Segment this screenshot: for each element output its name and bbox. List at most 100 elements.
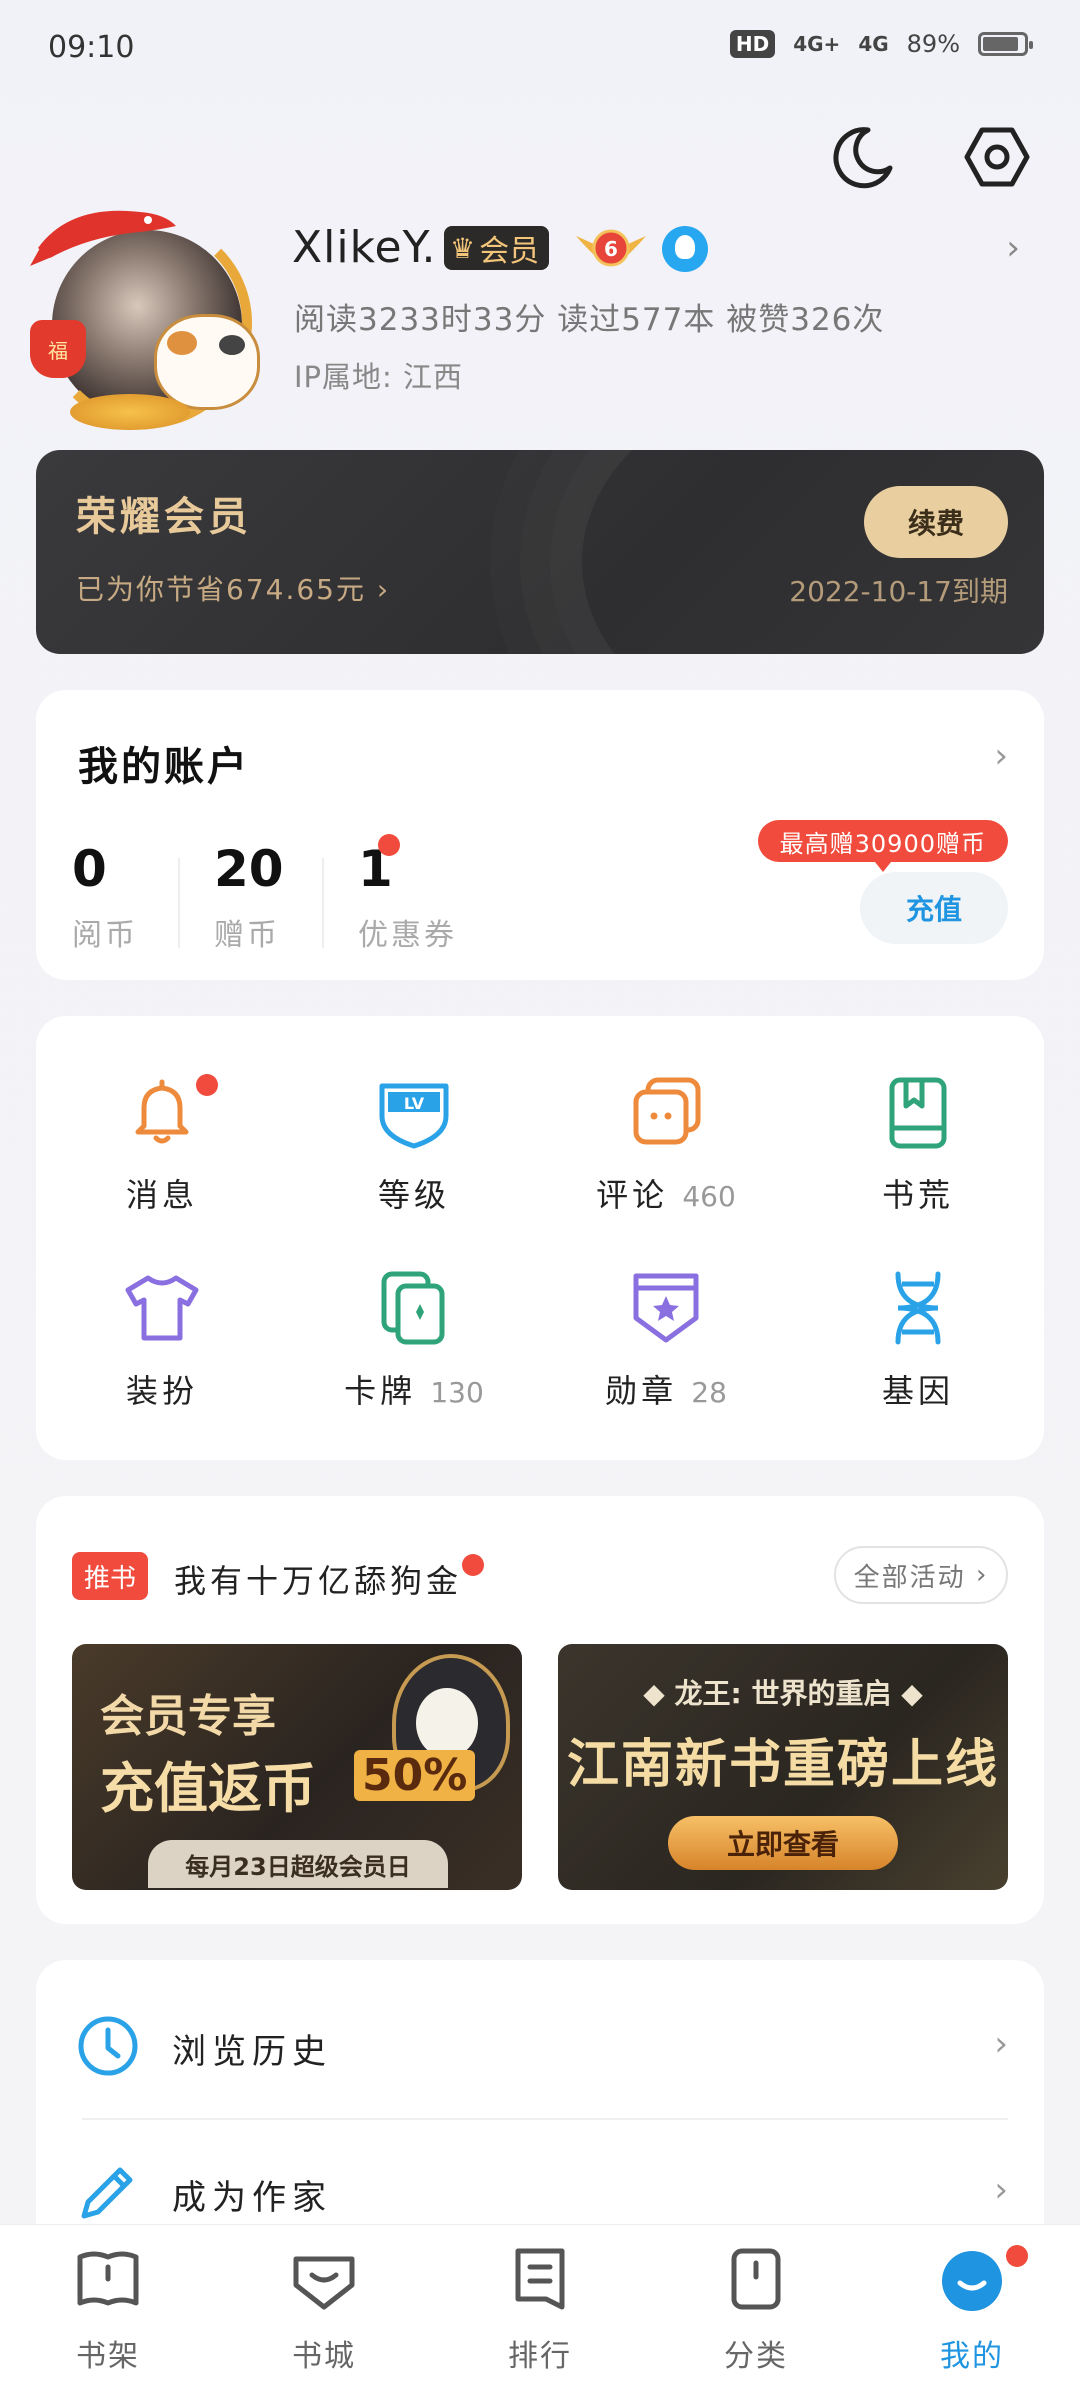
grid-label: 装扮 (125, 1372, 198, 1410)
card-icon (381, 1271, 445, 1345)
divider (322, 858, 324, 948)
profile-notification-dot (1006, 2245, 1028, 2267)
settings-gear-icon[interactable] (962, 122, 1032, 192)
activity-card: 推书 我有十万亿舔狗金 全部活动 › 会员专享 充值返币 50% 每月23日超级… (36, 1496, 1044, 1924)
nav-category[interactable]: 分类 (686, 2245, 826, 2375)
vip-recharge-banner[interactable]: 会员专享 充值返币 50% 每月23日超级会员日 (72, 1644, 522, 1890)
grid-item-messages[interactable]: 消息 (36, 1072, 288, 1252)
avatar[interactable]: 福 (30, 190, 270, 430)
expire-date: 2022-10-17到期 (789, 575, 1008, 608)
grid-item-medals[interactable]: 勋章 28 (540, 1268, 792, 1448)
signal-4g-icon: 4G (858, 32, 889, 56)
balance-zengbi[interactable]: 20 赠币 (214, 840, 284, 954)
coupon-label: 优惠券 (358, 918, 457, 953)
banner2-subtitle: ◆ 龙王: 世界的重启 ◆ (643, 1677, 923, 1710)
grid-item-dressup[interactable]: 装扮 (36, 1268, 288, 1448)
balance-coupon[interactable]: 1 优惠券 (358, 840, 457, 954)
bookstore-icon (293, 2256, 355, 2310)
profile-face-icon (942, 2251, 1002, 2311)
account-title[interactable]: 我的账户 (78, 734, 250, 792)
username[interactable]: XlikeY. (292, 222, 437, 273)
nav-ranking[interactable]: 排行 (470, 2245, 610, 2375)
view-now-button[interactable]: 立即查看 (668, 1816, 898, 1870)
vip-badge[interactable]: ♛ 会员 (444, 226, 550, 270)
coupon-value: 1 (358, 840, 393, 898)
nav-label: 我的 (940, 2339, 1004, 2374)
renew-button[interactable]: 续费 (864, 486, 1008, 558)
svg-text:LV: LV (404, 1094, 425, 1113)
dna-icon (895, 1271, 941, 1345)
grid-item-genes[interactable]: 基因 (792, 1268, 1044, 1448)
night-mode-moon-icon[interactable] (828, 122, 898, 192)
level-number: 6 (604, 237, 618, 261)
chevron-right-icon: › (994, 2024, 1008, 2064)
bottom-navigation: 书架 书城 排行 分类 我的 (0, 2224, 1080, 2401)
koi-fish-decoration-icon (30, 210, 176, 266)
honor-member-card[interactable]: 荣耀会员 已为你节省674.65元 › 续费 2022-10-17到期 (36, 450, 1044, 654)
coins-decoration (70, 394, 190, 430)
nav-bookstore[interactable]: 书城 (254, 2245, 394, 2375)
signal-4g-plus-icon: 4G+ (793, 32, 841, 56)
all-activities-button[interactable]: 全部活动 › (834, 1546, 1008, 1604)
zengbi-value: 20 (214, 840, 284, 898)
chevron-right-icon: › (975, 1560, 989, 1590)
nav-label: 分类 (724, 2339, 788, 2374)
grid-item-comments[interactable]: 评论 460 (540, 1072, 792, 1252)
all-activities-label: 全部活动 (853, 1562, 966, 1593)
balance-yuebi[interactable]: 0 阅币 (72, 840, 138, 954)
qq-penguin-icon[interactable] (662, 226, 708, 272)
ip-location: IP属地: 江西 (294, 360, 464, 394)
pencil-icon (81, 2167, 133, 2219)
list-item-history[interactable]: 浏览历史 › (36, 1976, 1044, 2116)
book-icon (889, 1077, 947, 1149)
grid-item-cards[interactable]: 卡牌 130 (288, 1268, 540, 1448)
zengbi-label: 赠币 (214, 918, 280, 953)
grid-label: 等级 (377, 1176, 450, 1214)
comment-icon (633, 1077, 701, 1145)
chevron-right-icon: › (994, 2170, 1008, 2210)
status-time: 09:10 (48, 30, 135, 65)
divider (178, 858, 180, 948)
tshirt-icon (125, 1275, 199, 1341)
nav-label: 书架 (76, 2339, 140, 2374)
ranking-icon (515, 2248, 565, 2310)
recommend-tag: 推书 (72, 1552, 148, 1600)
list-item-label: 浏览历史 (172, 2032, 332, 2072)
menu-list: 浏览历史 › 成为作家 › (36, 1960, 1044, 2260)
battery-percent: 89% (906, 30, 960, 58)
account-chevron-icon[interactable]: › (994, 736, 1008, 776)
yuebi-value: 0 (72, 840, 107, 898)
activity-notification-dot (462, 1554, 484, 1576)
banner1-footer: 每月23日超级会员日 (148, 1840, 448, 1888)
profile-chevron-icon[interactable]: › (1006, 228, 1020, 268)
medal-icon (633, 1273, 699, 1343)
bell-icon (135, 1079, 189, 1144)
level-wings-badge-icon[interactable]: 6 (572, 222, 650, 274)
saved-amount-link[interactable]: 已为你节省674.65元 › (76, 568, 390, 608)
nav-bookshelf[interactable]: 书架 (38, 2245, 178, 2375)
grid-label: 基因 (881, 1372, 954, 1410)
nav-label: 排行 (508, 2339, 572, 2374)
category-icon (731, 2248, 781, 2310)
lucky-cat-decoration (154, 314, 260, 410)
grid-label: 消息 (125, 1176, 198, 1214)
grid-label: 勋章 28 (605, 1372, 727, 1410)
reading-stats: 阅读3233时33分 读过577本 被赞326次 (294, 302, 885, 338)
coupon-notification-dot (378, 834, 400, 856)
lucky-bag-icon: 福 (30, 320, 86, 378)
grid-item-book-shortage[interactable]: 书荒 (792, 1072, 1044, 1252)
honor-title: 荣耀会员 (76, 494, 252, 540)
nav-profile[interactable]: 我的 (902, 2245, 1042, 2375)
list-item-label: 成为作家 (172, 2178, 332, 2218)
banner1-line1: 会员专享 (100, 1691, 276, 1742)
grid-label: 书荒 (881, 1176, 954, 1214)
status-icons: HD 4G+ 4G 89% (729, 30, 1033, 58)
new-book-banner[interactable]: ◆ 龙王: 世界的重启 ◆ 江南新书重磅上线 立即查看 (558, 1644, 1008, 1890)
banner1-percent: 50% (354, 1750, 476, 1801)
recharge-button[interactable]: 充值 (860, 872, 1008, 944)
activity-title[interactable]: 我有十万亿舔狗金 (174, 1556, 462, 1602)
divider (82, 2118, 1008, 2120)
clock-icon (78, 2016, 138, 2076)
grid-item-level[interactable]: LV 等级 (288, 1072, 540, 1252)
function-grid: 消息 LV 等级 评论 460 书荒 装扮 卡牌 130 勋章 28 基因 (36, 1016, 1044, 1460)
